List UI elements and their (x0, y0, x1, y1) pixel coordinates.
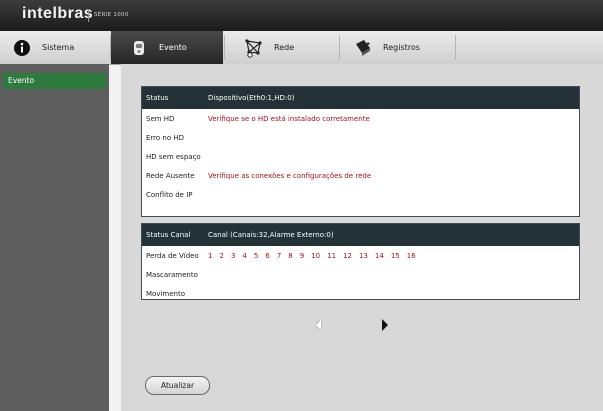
next-page-icon[interactable] (382, 319, 388, 331)
channel-row-label: Mascaramento (146, 270, 198, 279)
network-icon (244, 38, 264, 58)
title-bar: intelbras SÉRIE 1000 (0, 0, 603, 31)
channel-number: 12 (343, 251, 352, 260)
status-label: Rede Ausente (146, 171, 195, 180)
status-label: Sem HD (146, 114, 175, 123)
header-value: Dispositivo(Eth0:1,HD:0) (208, 94, 295, 102)
channel-row-label: Perda de Vídeo (146, 251, 199, 260)
tab-registros[interactable]: Registros (340, 31, 454, 64)
main-tab-bar: Sistema Evento Rede Registros (0, 31, 603, 65)
channel-number: 5 (253, 251, 259, 260)
channel-row-label: Movimento (146, 289, 185, 298)
sidebar-item-evento[interactable]: Evento (3, 73, 106, 89)
tab-sistema[interactable]: Sistema (0, 31, 109, 64)
status-row: HD sem espaço (142, 147, 579, 166)
channel-number: 13 (358, 251, 368, 260)
info-icon (12, 38, 32, 58)
tab-rede[interactable]: Rede (225, 31, 338, 64)
channel-row: Movimento (142, 284, 579, 303)
tab-label-sistema: Sistema (42, 43, 75, 52)
header-value: Canal (Canais:32,Alarme Externo:0) (208, 231, 334, 239)
tab-divider (455, 35, 456, 60)
device-status-panel: Status Dispositivo(Eth0:1,HD:0) Sem HD V… (141, 86, 580, 217)
registry-icon (353, 38, 373, 58)
channel-number: 6 (265, 251, 270, 260)
channel-number: 1 (208, 251, 213, 260)
device-status-header: Status Dispositivo(Eth0:1,HD:0) (142, 87, 579, 109)
status-message: Verifique se o HD está instalado correta… (208, 114, 370, 123)
channel-number: 11 (327, 251, 337, 260)
channel-number: 15 (390, 251, 400, 260)
channel-row: Mascaramento (142, 265, 579, 284)
brand-logo: intelbras (22, 5, 94, 22)
header-key: Status Canal (146, 231, 191, 239)
tab-label-evento: Evento (159, 43, 187, 52)
sidebar: Evento (0, 64, 109, 411)
status-label: HD sem espaço (146, 152, 201, 161)
header-key: Status (146, 94, 169, 102)
channel-number: 7 (276, 251, 282, 260)
tab-evento[interactable]: Evento (111, 31, 223, 64)
status-row: Erro no HD (142, 128, 579, 147)
status-label: Erro no HD (146, 133, 185, 142)
channel-number: 2 (219, 251, 224, 260)
channel-number: 3 (230, 251, 236, 260)
refresh-button[interactable]: Atualizar (145, 376, 210, 395)
status-row: Conflito de IP (142, 185, 579, 204)
channel-number: 8 (288, 251, 293, 260)
channel-number: 16 (406, 251, 416, 260)
channel-number: 10 (311, 251, 321, 260)
alarm-device-icon (129, 38, 149, 58)
brand-series: SÉRIE 1000 (94, 12, 129, 18)
channel-status-header: Status Canal Canal (Canais:32,Alarme Ext… (142, 224, 579, 246)
channel-status-panel: Status Canal Canal (Canais:32,Alarme Ext… (141, 223, 580, 300)
previous-page-icon[interactable] (316, 320, 321, 330)
channel-row: Perda de Vídeo 1 2 3 4 5 6 7 8 9 10 11 1… (142, 246, 579, 265)
channel-number: 9 (299, 251, 305, 260)
tab-label-rede: Rede (274, 43, 295, 52)
status-row: Sem HD Verifique se o HD está instalado … (142, 109, 579, 128)
status-label: Conflito de IP (146, 190, 193, 199)
status-message: Verifique as conexões e configurações de… (208, 171, 372, 180)
channel-number: 4 (242, 251, 247, 260)
video-loss-channel-list: 1 2 3 4 5 6 7 8 9 10 11 12 13 14 15 16 (208, 252, 423, 260)
logo-divider (88, 10, 89, 22)
status-row: Rede Ausente Verifique as conexões e con… (142, 166, 579, 185)
tab-label-registros: Registros (383, 43, 420, 52)
channel-number: 14 (374, 251, 384, 260)
